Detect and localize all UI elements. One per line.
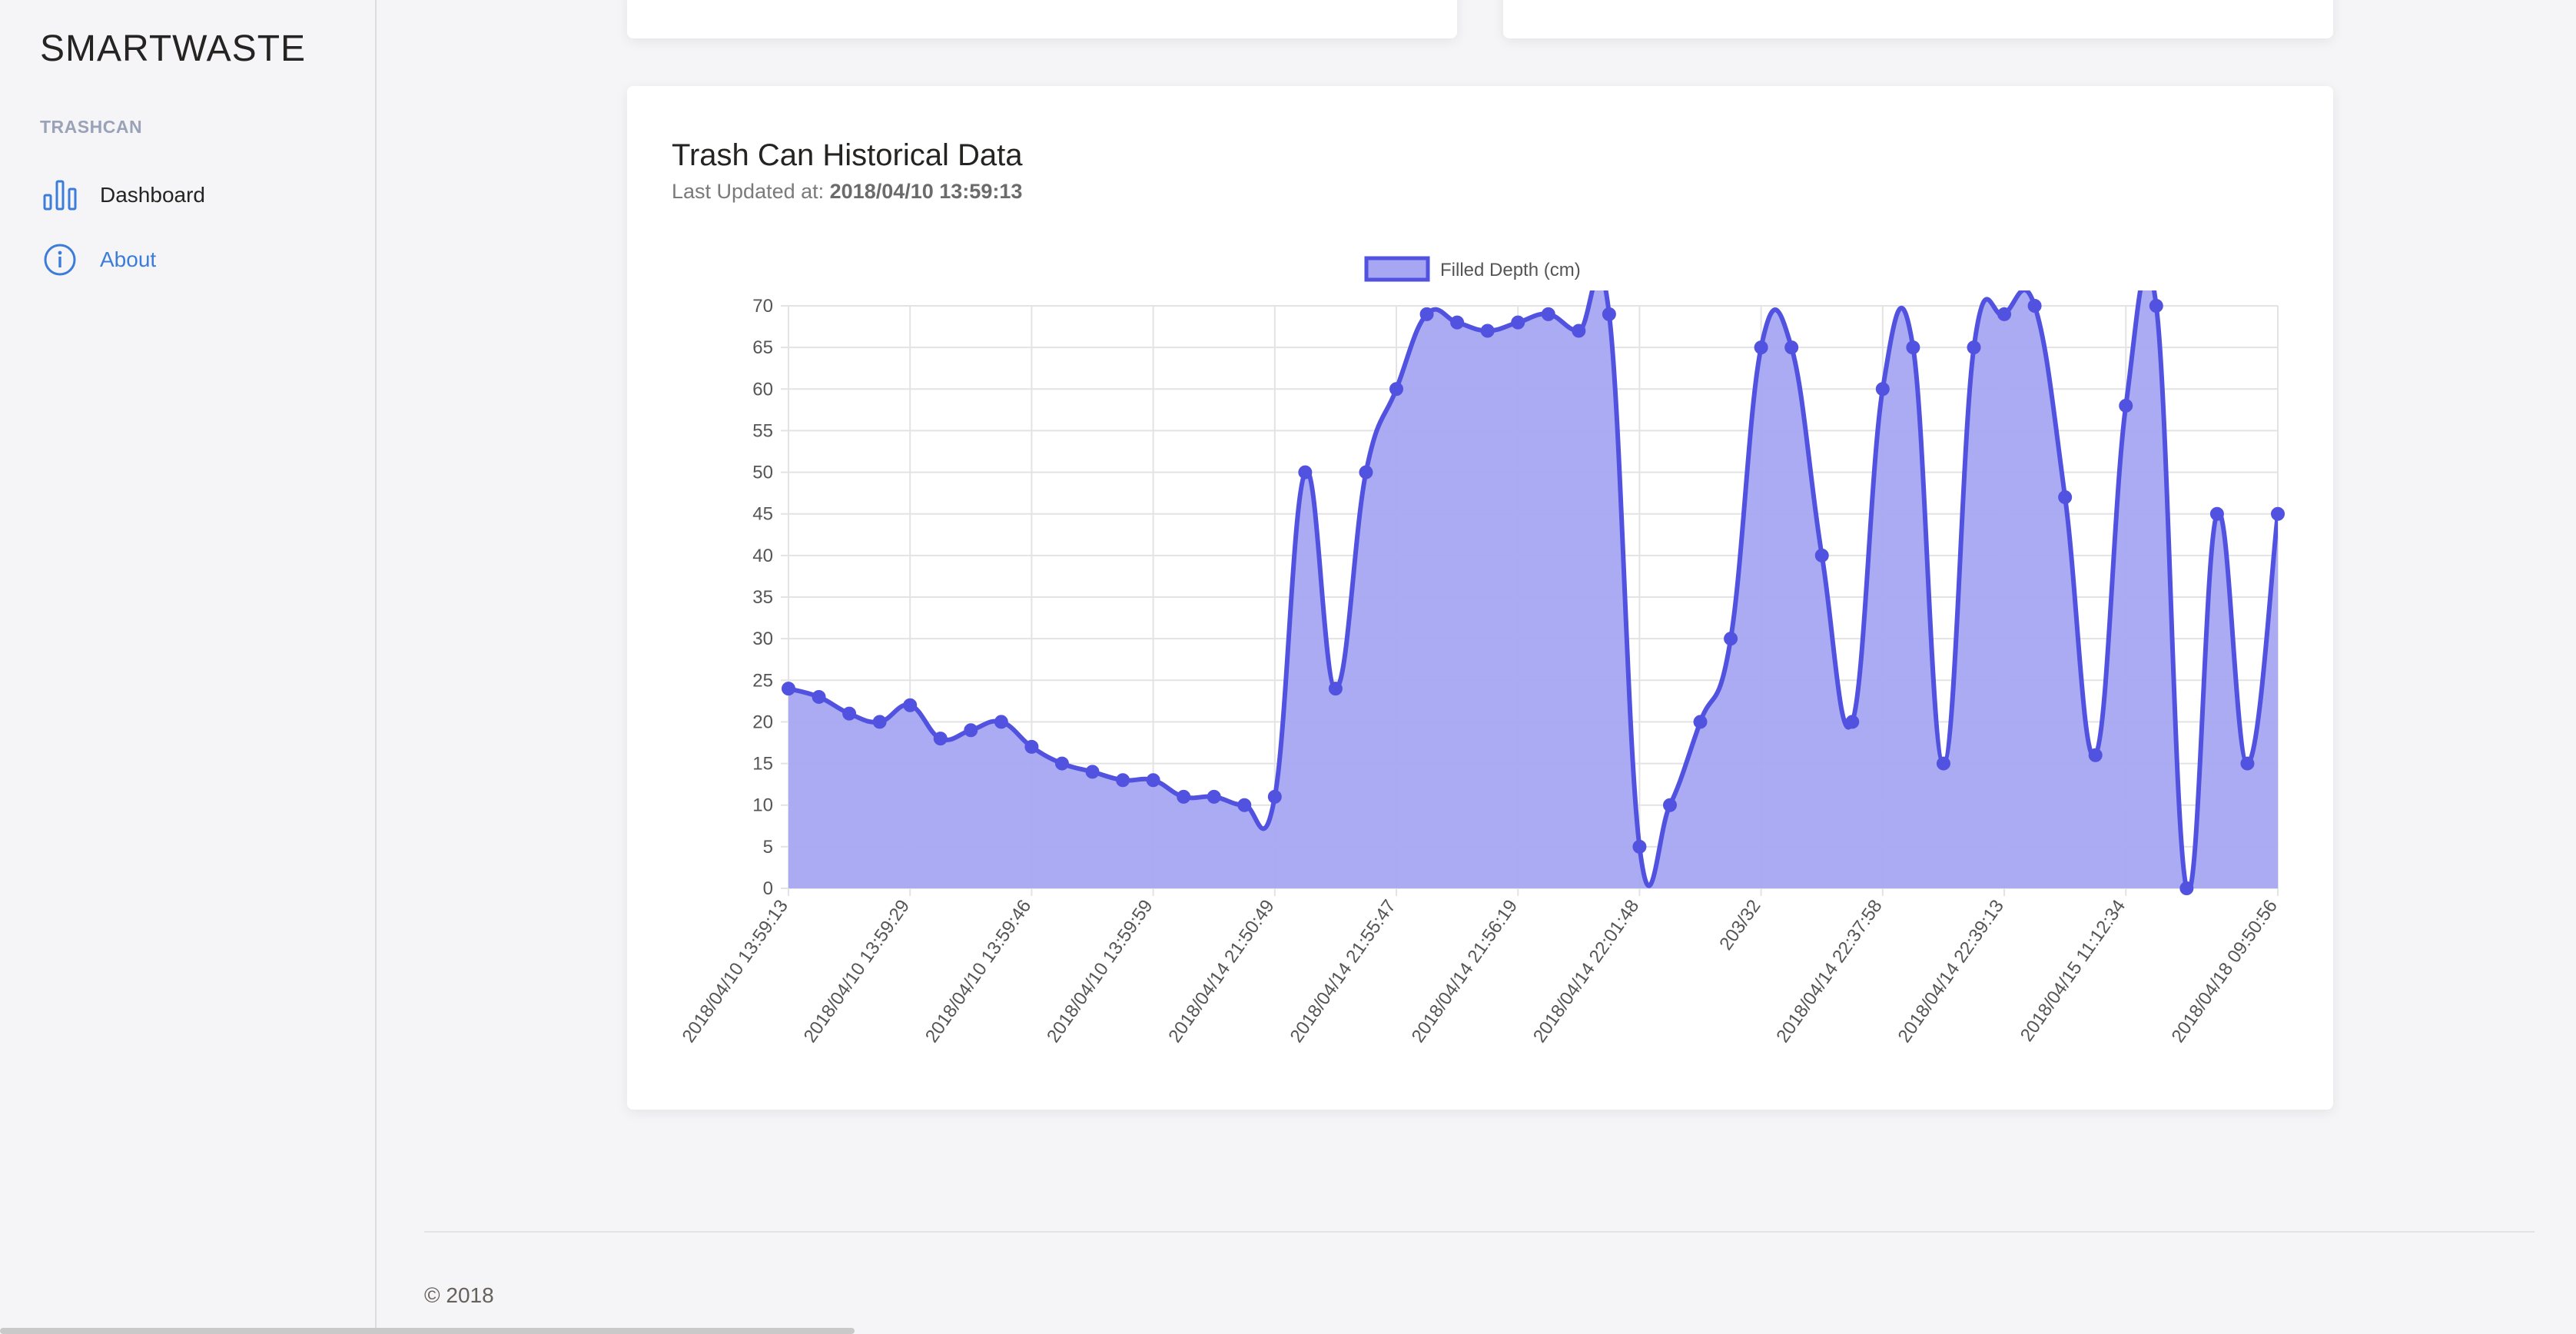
data-point [1146,773,1160,788]
sidebar-item-label: About [100,247,157,271]
footer-divider [424,1231,2535,1233]
x-tick-label: 2018/04/10 13:59:29 [800,896,914,1047]
data-point [1602,307,1616,321]
historical-data-card: Trash Can Historical Data Last Updated a… [627,86,2333,1110]
horizontal-scrollbar[interactable] [0,1328,855,1334]
y-tick-label: 30 [752,629,773,649]
sidebar-item-about[interactable]: About [40,237,156,283]
data-point [1389,382,1404,397]
y-tick-label: 65 [752,337,773,358]
history-chart[interactable]: 0 5 10 15 20 25 30 35 40 45 50 55 60 65 70 2018/04/10 1… [627,86,2333,1110]
data-point [1784,340,1799,355]
data-point [1814,548,1829,562]
y-tick-label: 35 [752,587,773,608]
y-tick-label: 40 [752,546,773,566]
data-point [872,715,887,729]
data-point [1480,324,1495,338]
sidebar: SMARTWASTE TRASHCAN Dashboard About [0,0,377,1334]
data-point [1967,340,1981,355]
y-tick-label: 60 [752,379,773,400]
data-point [2119,398,2133,413]
y-tick-label: 20 [752,712,773,732]
data-point [1298,465,1313,480]
data-point [1267,789,1282,804]
y-tick-label: 70 [752,296,773,317]
x-tick-label: 2018/04/14 22:37:58 [1772,896,1886,1047]
data-point [1024,739,1039,754]
sidebar-item-dashboard[interactable]: Dashboard [40,172,205,218]
y-tick-label: 55 [752,420,773,441]
sidebar-item-label: Dashboard [100,183,205,207]
data-point [933,732,948,746]
data-point [903,698,918,712]
data-point [842,706,857,721]
data-point [1693,715,1708,729]
data-point [1632,839,1647,854]
y-tick-label: 50 [752,463,773,483]
x-tick-label: 203/32 [1715,896,1764,954]
x-tick-label: 2018/04/14 21:55:47 [1286,896,1400,1047]
y-tick-label: 10 [752,795,773,816]
x-tick-label: 2018/04/14 21:56:19 [1408,896,1522,1047]
stats-card-right [1503,0,2333,38]
data-point [1875,382,1890,397]
x-tick-label: 2018/04/14 22:39:13 [1894,896,2008,1047]
data-point [1237,798,1252,812]
brand-logo-text[interactable]: SMARTWASTE [40,28,306,70]
y-tick-label: 45 [752,504,773,525]
data-point [1419,307,1434,321]
y-tick-label: 25 [752,670,773,691]
data-point [1207,789,1221,804]
series-area-fill [788,290,2278,888]
data-point [1541,307,1555,321]
x-tick-label: 2018/04/10 13:59:13 [678,896,792,1047]
data-point [1085,765,1100,779]
x-tick-label: 2018/04/14 21:50:49 [1164,896,1278,1047]
data-point [2179,881,2194,895]
stats-card-left [627,0,1457,38]
data-point [2058,490,2073,505]
sidebar-section-title: TRASHCAN [40,117,143,137]
data-point [1572,324,1586,338]
x-tick-label: 2018/04/15 11:12:34 [2017,896,2130,1045]
data-point [1754,340,1768,355]
data-point [1450,315,1465,330]
data-point [994,715,1008,729]
data-point [1724,632,1738,646]
data-point [1845,715,1860,729]
data-point [1997,307,2012,321]
data-point [782,682,795,696]
data-point [964,723,978,738]
x-tick-label: 2018/04/10 13:59:59 [1043,896,1157,1047]
data-point [2149,299,2163,313]
legend-label: Filled Depth (cm) [1440,260,1581,280]
data-point [2209,506,2224,521]
data-point [1511,315,1525,330]
data-point [1359,465,1373,480]
y-tick-label: 5 [763,837,773,858]
data-point [1116,773,1130,788]
data-point [1662,798,1677,812]
x-tick-label: 2018/04/18 09:50:56 [2167,896,2281,1047]
data-point [2271,506,2285,521]
bar-chart-icon [40,175,80,215]
footer-copyright: © 2018 [424,1283,494,1307]
data-point [2088,748,2103,762]
data-point [1906,340,1920,355]
x-tick-label: 2018/04/10 13:59:46 [921,896,1035,1047]
data-point [1328,682,1343,696]
y-tick-label: 15 [752,754,773,775]
data-point [1054,756,1069,771]
y-tick-label: 0 [763,878,773,899]
data-point [812,689,826,704]
info-icon [40,240,80,280]
data-point [1177,789,1191,804]
legend-swatch [1364,256,1430,282]
data-point [2027,299,2042,313]
x-tick-label: 2018/04/14 22:01:48 [1529,896,1643,1047]
data-point [2240,756,2255,771]
data-point [1936,756,1950,771]
